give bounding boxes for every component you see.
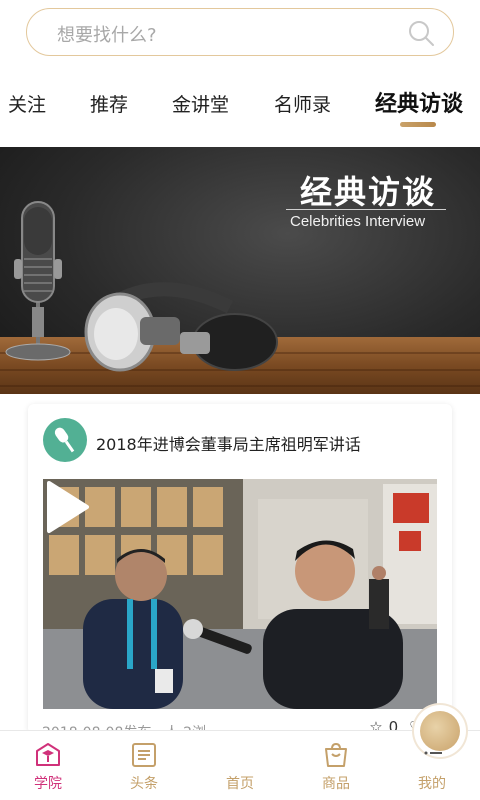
microphone-icon — [54, 427, 75, 453]
banner-subtitle: Celebrities Interview — [290, 213, 426, 230]
nav-home-label: 首页 — [226, 776, 254, 792]
shopping-bag-icon — [325, 742, 347, 767]
search-icon[interactable] — [407, 19, 435, 47]
video-card[interactable]: 2018年进博会董事局主席祖明军讲话 ☆ 0 — [28, 404, 452, 741]
nav-products-label: 商品 — [322, 776, 350, 792]
active-tab-indicator — [400, 122, 436, 127]
banner-title: 经典访谈 — [300, 173, 437, 211]
channel-avatar[interactable] — [43, 418, 87, 462]
tab-famous-teachers[interactable]: 名师录 — [274, 90, 331, 117]
nav-headlines[interactable]: 头条 — [104, 731, 184, 800]
play-icon[interactable] — [43, 479, 91, 535]
nav-products[interactable]: 商品 — [296, 731, 376, 800]
nav-home[interactable]: 首页 — [200, 705, 466, 800]
profile-icon — [424, 751, 442, 755]
category-tabs: 关注 推荐 金讲堂 名师录 经典访谈 — [0, 84, 480, 128]
nav-academy-label: 学院 — [34, 776, 62, 792]
tab-classic-interviews[interactable]: 经典访谈 — [375, 86, 463, 118]
banner-divider — [286, 209, 446, 210]
headlines-icon — [132, 743, 156, 767]
banner[interactable]: 经典访谈 Celebrities Interview — [0, 147, 480, 394]
tab-follow[interactable]: 关注 — [8, 90, 46, 117]
search-placeholder: 想要找什么? — [57, 25, 157, 46]
tab-recommend[interactable]: 推荐 — [90, 90, 128, 117]
video-title[interactable]: 2018年进博会董事局主席祖明军讲话 — [96, 431, 361, 455]
nav-profile[interactable]: 我的 — [392, 731, 472, 800]
nav-profile-label: 我的 — [418, 776, 446, 792]
nav-academy[interactable]: 学院 — [8, 731, 88, 800]
tab-golden-lecture[interactable]: 金讲堂 — [172, 90, 229, 117]
search-bar[interactable]: 想要找什么? — [26, 8, 454, 56]
interview-scene — [43, 479, 437, 709]
video-thumbnail[interactable] — [43, 479, 437, 709]
bottom-navigation: 学院 头条 首页 商品 我的 — [0, 705, 480, 800]
academy-icon — [36, 743, 60, 766]
nav-headlines-label: 头条 — [130, 776, 158, 792]
